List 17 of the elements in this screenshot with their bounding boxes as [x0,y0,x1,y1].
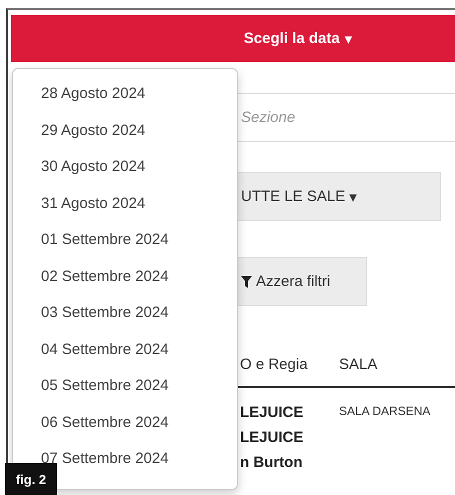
date-option[interactable]: 01 Settembre 2024 [41,231,237,249]
search-placeholder: Sezione [241,109,296,126]
date-option[interactable]: 05 Settembre 2024 [41,377,237,395]
film-title: n Burton [240,454,304,471]
date-picker-header[interactable]: Scegli la data ▾ [11,15,455,62]
film-title: LEJUICE [240,404,304,421]
column-header: O e Regia [240,356,309,372]
caret-icon: ▾ [349,188,357,206]
figure-label: fig. 2 [5,463,57,495]
date-option[interactable]: 03 Settembre 2024 [41,304,237,322]
caret-icon: ▾ [344,30,352,48]
filter-icon [241,276,252,288]
date-option[interactable]: 04 Settembre 2024 [41,340,237,358]
film-title: LEJUICE [240,429,304,446]
table-cell-text: SALA DARSENA [339,404,432,420]
date-option[interactable]: 06 Settembre 2024 [41,414,237,432]
column-header: SALA [339,356,378,372]
